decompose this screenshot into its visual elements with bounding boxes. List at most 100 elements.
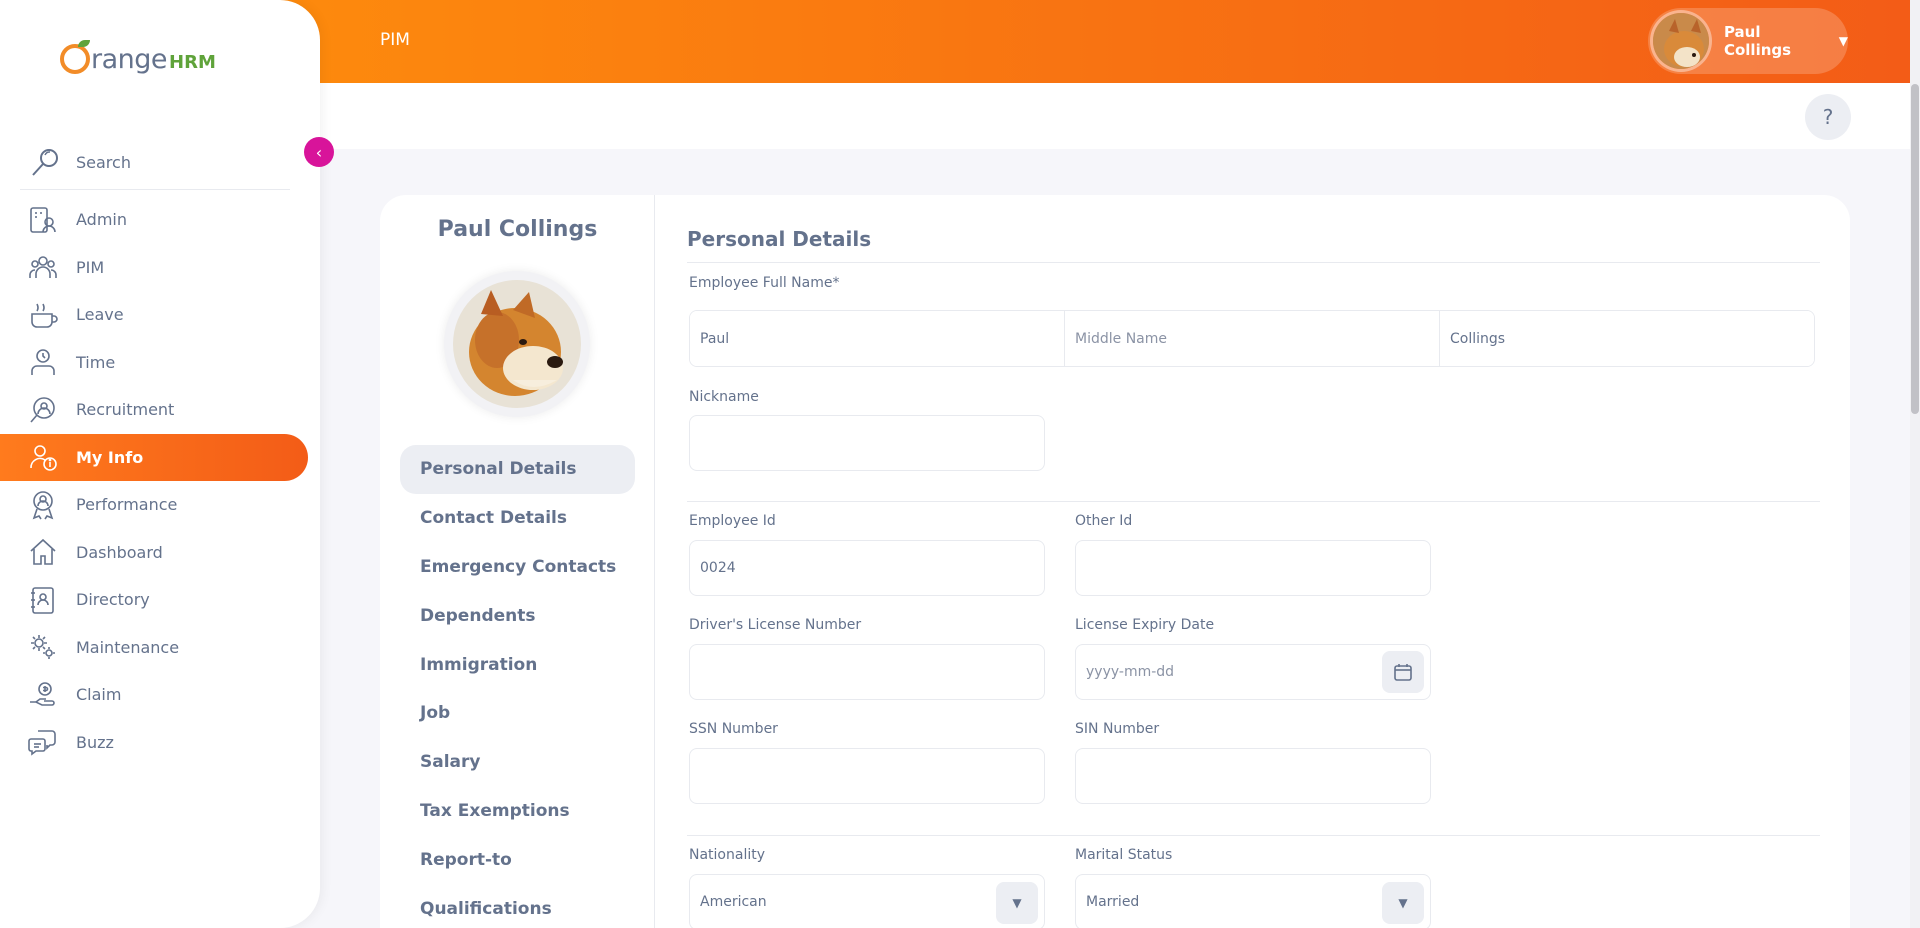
scrollbar-thumb[interactable] <box>1911 84 1919 414</box>
last-name-input[interactable] <box>1440 311 1814 366</box>
sidebar-item-label: Buzz <box>76 732 114 752</box>
sidebar-item-admin[interactable]: Admin <box>0 196 310 244</box>
main-menu: Admin PIM Leave Time Recruitment My Info… <box>0 196 310 766</box>
user-avatar <box>1650 10 1712 72</box>
sidebar-item-label: Admin <box>76 210 127 230</box>
logo-text: range <box>91 44 168 75</box>
logo-letter-o <box>60 40 90 74</box>
maintenance-icon <box>31 635 55 660</box>
pim-icon <box>29 256 57 279</box>
my-info-icon <box>30 445 57 472</box>
divider <box>687 501 1820 502</box>
recruitment-icon <box>30 396 55 423</box>
full-name-group <box>689 310 1815 367</box>
drivers-license-input[interactable] <box>689 644 1045 700</box>
sidebar: range HRM Admin PIM Leave Time Recru <box>0 0 320 928</box>
employee-id-input[interactable] <box>689 540 1045 596</box>
sidebar-item-performance[interactable]: Performance <box>0 481 310 529</box>
profile-name: Paul Collings <box>437 217 598 242</box>
admin-icon <box>30 206 56 233</box>
orangehrm-logo: range HRM <box>60 38 216 75</box>
tab-tax-exemptions[interactable]: Tax Exemptions <box>400 787 635 836</box>
sidebar-collapse-button[interactable]: ‹ <box>304 137 334 167</box>
employee-tabs: Personal Details Contact Details Emergen… <box>400 445 635 928</box>
sidebar-item-label: My Info <box>76 447 144 467</box>
search-icon <box>32 148 58 176</box>
divider <box>687 262 1820 263</box>
search-input[interactable] <box>76 153 276 172</box>
sidebar-item-label: Recruitment <box>76 400 175 420</box>
profile-picture[interactable] <box>444 271 590 417</box>
sidebar-item-my-info[interactable]: My Info <box>0 433 308 481</box>
tab-personal-details[interactable]: Personal Details <box>400 445 635 494</box>
claim-icon <box>30 681 55 706</box>
tab-salary[interactable]: Salary <box>400 738 635 787</box>
sidebar-item-label: Maintenance <box>76 637 180 657</box>
sidebar-item-claim[interactable]: Claim <box>0 671 310 719</box>
ssn-input[interactable] <box>689 748 1045 804</box>
time-icon <box>31 349 55 376</box>
nationality-select[interactable]: American ▼ <box>689 874 1045 928</box>
drivers-license-label: Driver's License Number <box>689 617 862 633</box>
divider <box>687 835 1820 836</box>
sidebar-item-label: PIM <box>76 257 105 277</box>
full-name-label: Employee Full Name* <box>689 275 840 291</box>
user-name: Paul Collings <box>1723 23 1792 59</box>
nickname-label: Nickname <box>689 389 759 405</box>
sub-header <box>320 83 1910 149</box>
employee-card: Paul Collings Personal Details Contact D… <box>380 195 1850 928</box>
help-button[interactable]: ? <box>1805 94 1851 140</box>
tab-report-to[interactable]: Report-to <box>400 835 635 884</box>
sidebar-item-pim[interactable]: PIM <box>0 244 310 292</box>
tab-job[interactable]: Job <box>400 689 635 738</box>
sidebar-item-label: Directory <box>76 590 150 610</box>
sidebar-item-label: Leave <box>76 305 124 325</box>
page-title: PIM <box>380 30 410 50</box>
leave-icon <box>31 303 58 328</box>
nationality-value: American <box>700 894 767 910</box>
tab-dependents[interactable]: Dependents <box>400 591 635 640</box>
tab-immigration[interactable]: Immigration <box>400 640 635 689</box>
sidebar-item-label: Dashboard <box>76 542 163 562</box>
tab-emergency-contacts[interactable]: Emergency Contacts <box>400 543 635 592</box>
sin-input[interactable] <box>1075 748 1431 804</box>
user-menu[interactable]: Paul Collings ▼ <box>1648 8 1848 74</box>
calendar-button[interactable] <box>1382 651 1424 693</box>
profile-column: Paul Collings Personal Details Contact D… <box>380 195 655 928</box>
sidebar-item-buzz[interactable]: Buzz <box>0 719 310 767</box>
sidebar-item-label: Performance <box>76 495 178 515</box>
license-expiry-label: License Expiry Date <box>1075 617 1215 633</box>
other-id-input[interactable] <box>1075 540 1431 596</box>
profile-photo <box>453 280 581 408</box>
buzz-icon <box>28 730 56 756</box>
sidebar-item-dashboard[interactable]: Dashboard <box>0 529 310 577</box>
directory-icon <box>31 586 54 614</box>
nickname-input[interactable] <box>689 415 1045 471</box>
employee-id-label: Employee Id <box>689 513 776 529</box>
sidebar-item-maintenance[interactable]: Maintenance <box>0 624 310 672</box>
marital-status-select[interactable]: Married ▼ <box>1075 874 1431 928</box>
sidebar-item-time[interactable]: Time <box>0 339 310 387</box>
sidebar-item-label: Claim <box>76 685 122 705</box>
ssn-label: SSN Number <box>689 721 778 737</box>
caret-down-icon: ▼ <box>1382 882 1424 924</box>
chevron-down-icon: ▼ <box>1838 34 1848 48</box>
sidebar-item-recruitment[interactable]: Recruitment <box>0 386 310 434</box>
caret-down-icon: ▼ <box>996 882 1038 924</box>
sidebar-item-leave[interactable]: Leave <box>0 291 310 339</box>
license-expiry-input[interactable] <box>1075 644 1431 700</box>
other-id-label: Other Id <box>1075 513 1133 529</box>
sidebar-item-directory[interactable]: Directory <box>0 576 310 624</box>
dashboard-icon <box>30 539 56 566</box>
sidebar-search <box>20 136 290 190</box>
tab-qualifications[interactable]: Qualifications <box>400 884 635 928</box>
marital-status-label: Marital Status <box>1075 847 1173 863</box>
middle-name-input[interactable] <box>1065 311 1440 366</box>
performance-icon <box>32 490 54 520</box>
sin-label: SIN Number <box>1075 721 1160 737</box>
section-title: Personal Details <box>687 227 872 251</box>
nationality-label: Nationality <box>689 847 766 863</box>
first-name-input[interactable] <box>690 311 1065 366</box>
marital-status-value: Married <box>1086 894 1140 910</box>
tab-contact-details[interactable]: Contact Details <box>400 494 635 543</box>
